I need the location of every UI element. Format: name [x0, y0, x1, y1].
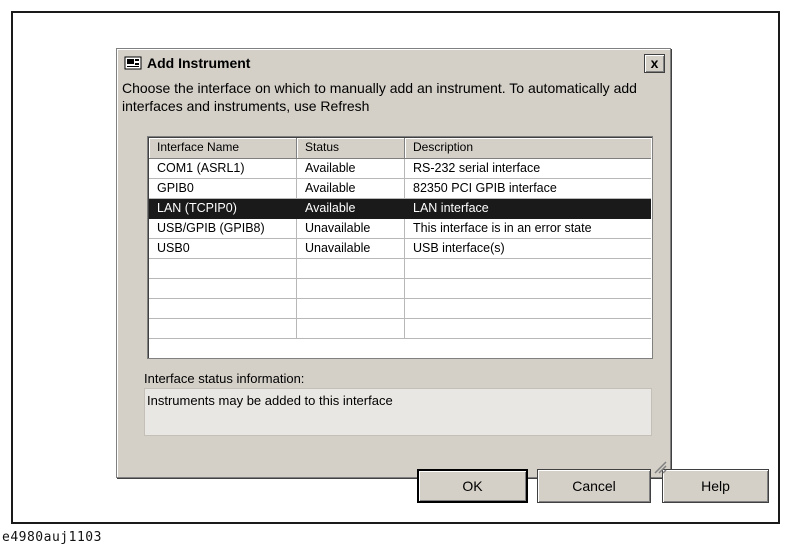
title-bar[interactable]: Add Instrument x: [120, 52, 667, 74]
description-cell: USB interface(s): [405, 239, 651, 259]
description-cell: 82350 PCI GPIB interface: [405, 179, 651, 199]
status-cell: [297, 259, 405, 279]
add-instrument-dialog: Add Instrument x Choose the interface on…: [116, 48, 769, 503]
table-row[interactable]: USB0 Unavailable USB interface(s): [149, 239, 651, 259]
help-button[interactable]: Help: [662, 469, 769, 503]
interface-list[interactable]: Interface Name Status Description COM1 (…: [147, 136, 653, 359]
close-button[interactable]: x: [644, 54, 665, 73]
interface-name-cell: USB/GPIB (GPIB8): [149, 219, 297, 239]
status-cell: Available: [297, 159, 405, 179]
cancel-button[interactable]: Cancel: [537, 469, 651, 503]
table-row[interactable]: GPIB0 Available 82350 PCI GPIB interface: [149, 179, 651, 199]
description-cell: [405, 299, 651, 319]
description-cell: [405, 279, 651, 299]
table-row[interactable]: LAN (TCPIP0) Available LAN interface: [149, 199, 651, 219]
interface-name-cell: COM1 (ASRL1): [149, 159, 297, 179]
table-row[interactable]: USB/GPIB (GPIB8) Unavailable This interfac…: [149, 219, 651, 239]
status-cell: Unavailable: [297, 239, 405, 259]
table-row[interactable]: [149, 319, 651, 339]
description-cell: [405, 259, 651, 279]
interface-name-cell: GPIB0: [149, 179, 297, 199]
table-row[interactable]: [149, 279, 651, 299]
interface-name-cell: [149, 319, 297, 339]
status-cell: Available: [297, 199, 405, 219]
ok-button[interactable]: OK: [417, 469, 528, 503]
status-cell: Unavailable: [297, 219, 405, 239]
table-row[interactable]: COM1 (ASRL1) Available RS-232 serial inter…: [149, 159, 651, 179]
table-row[interactable]: [149, 259, 651, 279]
resize-grip-icon[interactable]: [651, 458, 667, 474]
interface-name-cell: [149, 259, 297, 279]
description-cell: This interface is in an error state: [405, 219, 651, 239]
interface-name-cell: [149, 279, 297, 299]
status-cell: Available: [297, 179, 405, 199]
figure-caption: e4980auj1103: [2, 530, 102, 545]
table-row[interactable]: [149, 299, 651, 319]
interface-name-cell: LAN (TCPIP0): [149, 199, 297, 219]
interface-name-cell: USB0: [149, 239, 297, 259]
status-info-box: Instruments may be added to this interfa…: [144, 388, 652, 436]
status-cell: [297, 279, 405, 299]
list-rows: COM1 (ASRL1) Available RS-232 serial inter…: [149, 159, 651, 339]
instrument-icon: [123, 55, 143, 72]
list-header: Interface Name Status Description: [149, 138, 651, 159]
description-cell: RS-232 serial interface: [405, 159, 651, 179]
status-cell: [297, 299, 405, 319]
column-header-interface-name[interactable]: Interface Name: [149, 138, 297, 159]
description-cell: LAN interface: [405, 199, 651, 219]
column-header-description[interactable]: Description: [405, 138, 651, 159]
description-cell: [405, 319, 651, 339]
interface-name-cell: [149, 299, 297, 319]
column-header-status[interactable]: Status: [297, 138, 405, 159]
dialog-title: Add Instrument: [147, 55, 251, 71]
status-info-label: Interface status information:: [144, 371, 305, 386]
instructions-text: Choose the interface on which to manuall…: [122, 80, 637, 114]
status-cell: [297, 319, 405, 339]
